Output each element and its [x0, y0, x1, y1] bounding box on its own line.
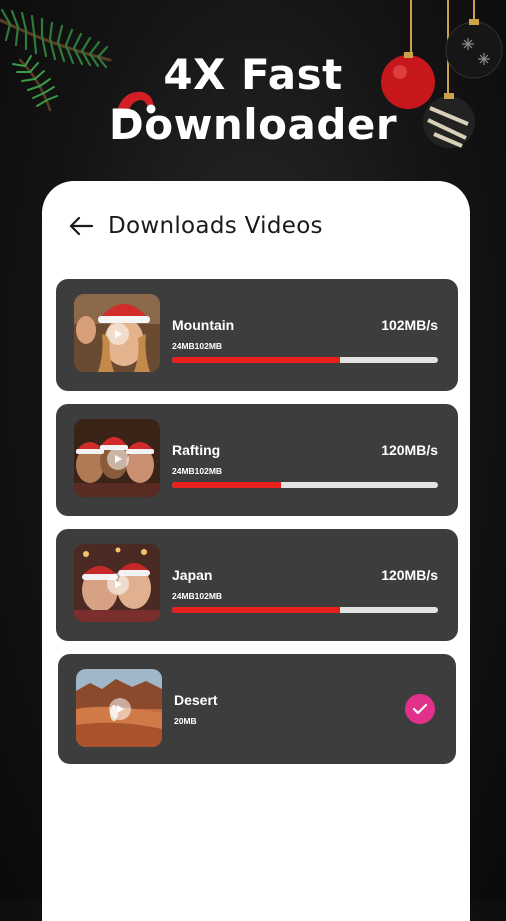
download-item-rafting[interactable]: Rafting 120MB/s 24MB102MB — [56, 404, 458, 516]
phone-screen: Downloads Videos Mountain 102MB/s 24MB10… — [42, 181, 470, 921]
back-arrow-icon[interactable] — [66, 211, 96, 241]
page-title: Downloads Videos — [108, 213, 323, 239]
progress-bar — [172, 357, 438, 363]
check-icon — [405, 694, 435, 724]
progress-bar — [172, 482, 438, 488]
progress-fill — [172, 357, 340, 363]
play-icon — [107, 573, 129, 595]
download-size: 24MB102MB — [172, 341, 223, 351]
play-icon — [107, 323, 129, 345]
download-size: 24MB102MB — [172, 466, 223, 476]
top-bar: Downloads Videos — [66, 211, 323, 241]
video-name: Desert — [174, 692, 218, 708]
download-item-mountain[interactable]: Mountain 102MB/s 24MB102MB — [56, 279, 458, 391]
download-speed: 120MB/s — [381, 442, 438, 458]
download-speed: 102MB/s — [381, 317, 438, 333]
play-icon — [107, 448, 129, 470]
progress-bar — [172, 607, 438, 613]
download-speed: 120MB/s — [381, 567, 438, 583]
video-name: Japan — [172, 567, 213, 583]
video-name: Rafting — [172, 442, 221, 458]
progress-fill — [172, 607, 340, 613]
headline: 4X Fast Downloader — [0, 50, 506, 150]
headline-line2: Downloader — [108, 100, 398, 149]
play-icon — [109, 698, 131, 720]
download-size: 20MB — [174, 716, 197, 726]
video-name: Mountain — [172, 317, 235, 333]
downloads-list: Mountain 102MB/s 24MB102MB Rafting 120MB… — [56, 279, 458, 777]
video-thumbnail[interactable] — [74, 544, 160, 622]
download-item-japan[interactable]: Japan 120MB/s 24MB102MB — [56, 529, 458, 641]
video-thumbnail[interactable] — [74, 419, 160, 497]
download-size: 24MB102MB — [172, 591, 223, 601]
video-thumbnail[interactable] — [74, 294, 160, 372]
progress-fill — [172, 482, 282, 488]
video-thumbnail[interactable] — [76, 669, 162, 747]
headline-line1: 4X Fast — [163, 50, 343, 99]
download-item-desert[interactable]: Desert 20MB — [58, 654, 456, 764]
